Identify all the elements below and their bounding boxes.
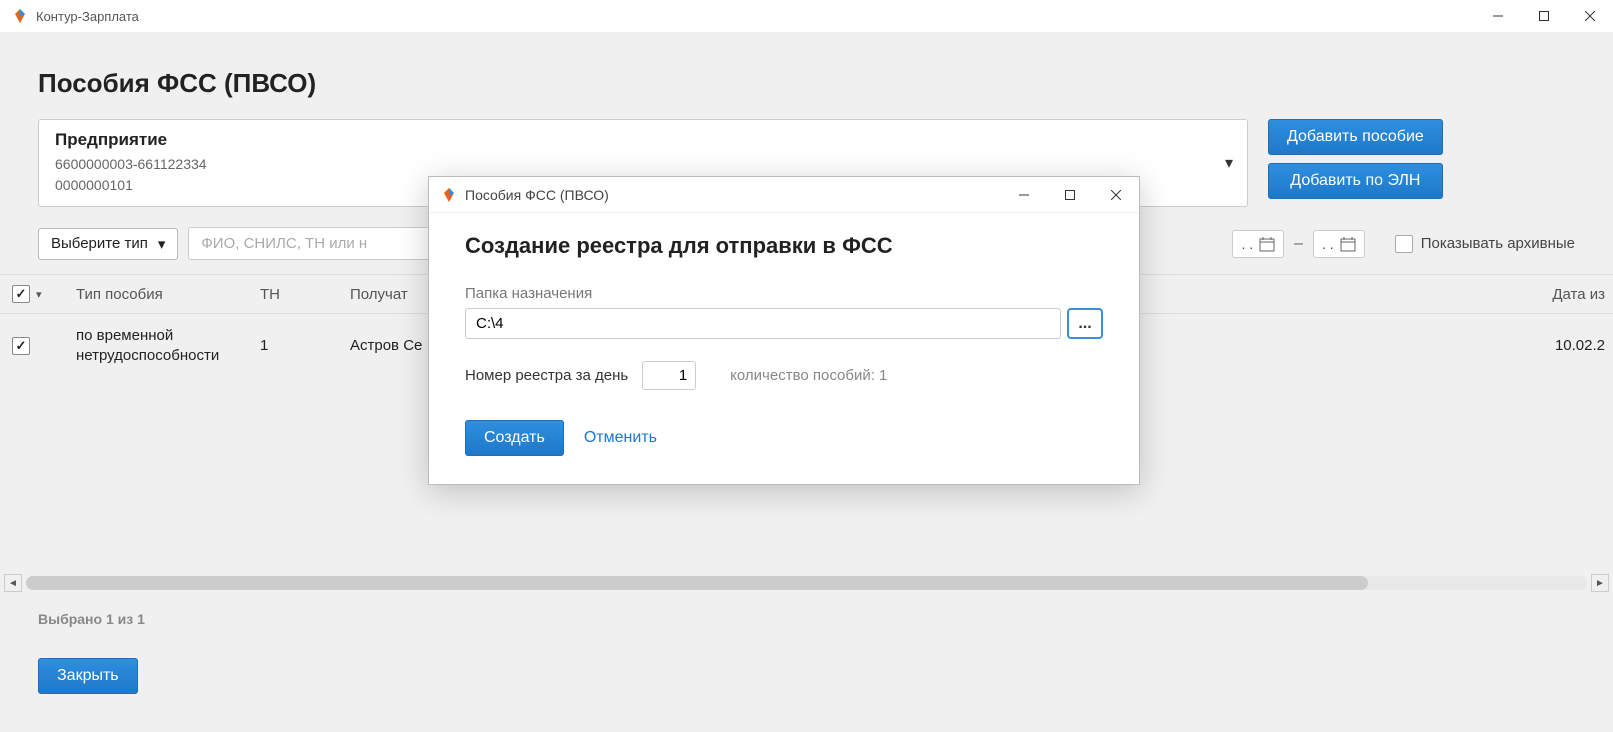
enterprise-code1: 6600000003-661122334 bbox=[55, 154, 1231, 175]
dialog-minimize-button[interactable] bbox=[1001, 179, 1047, 211]
scroll-left-button[interactable]: ◄ bbox=[4, 574, 22, 592]
checkbox-icon bbox=[12, 285, 30, 303]
dialog-body: Создание реестра для отправки в ФСС Папк… bbox=[429, 213, 1139, 484]
date-to-value: . . bbox=[1322, 236, 1334, 252]
app-titlebar: Контур-Зарплата bbox=[0, 0, 1613, 32]
row-type: по временной нетрудоспособности bbox=[60, 326, 260, 365]
dialog-titlebar: Пособия ФСС (ПВСО) bbox=[429, 177, 1139, 213]
show-archived-checkbox[interactable]: Показывать архивные bbox=[1395, 235, 1575, 253]
dialog-close-button[interactable] bbox=[1093, 179, 1139, 211]
type-filter-label: Выберите тип bbox=[51, 235, 148, 252]
add-benefit-button[interactable]: Добавить пособие bbox=[1268, 119, 1443, 155]
row-tn: 1 bbox=[260, 337, 350, 354]
titlebar-left: Контур-Зарплата bbox=[12, 8, 139, 24]
registry-number-label: Номер реестра за день bbox=[465, 367, 628, 384]
checkbox-icon bbox=[1395, 235, 1413, 253]
scroll-track[interactable] bbox=[26, 576, 1587, 590]
calendar-icon bbox=[1259, 236, 1275, 252]
maximize-button[interactable] bbox=[1521, 0, 1567, 32]
add-by-eln-button[interactable]: Добавить по ЭЛН bbox=[1268, 163, 1443, 199]
date-from-value: . . bbox=[1241, 236, 1253, 252]
date-separator: – bbox=[1294, 235, 1303, 253]
close-button[interactable] bbox=[1567, 0, 1613, 32]
benefits-count-label: количество пособий: 1 bbox=[730, 367, 887, 384]
date-to-input[interactable]: . . bbox=[1313, 230, 1365, 258]
date-from-input[interactable]: . . bbox=[1232, 230, 1284, 258]
col-date-header[interactable]: Дата из bbox=[1493, 286, 1613, 303]
scroll-right-button[interactable]: ► bbox=[1591, 574, 1609, 592]
window-controls bbox=[1475, 0, 1613, 32]
dialog-maximize-button[interactable] bbox=[1047, 179, 1093, 211]
action-buttons: Добавить пособие Добавить по ЭЛН bbox=[1268, 119, 1443, 199]
chevron-down-icon: ▾ bbox=[36, 288, 42, 301]
folder-path-input[interactable] bbox=[465, 308, 1061, 339]
app-logo-icon bbox=[441, 187, 457, 203]
dialog-heading: Создание реестра для отправки в ФСС bbox=[465, 233, 1103, 259]
page-title: Пособия ФСС (ПВСО) bbox=[0, 32, 1613, 119]
scroll-thumb[interactable] bbox=[26, 576, 1368, 590]
show-archived-label: Показывать архивные bbox=[1421, 235, 1575, 252]
create-registry-dialog: Пособия ФСС (ПВСО) Создание реестра для … bbox=[428, 176, 1140, 485]
row-date: 10.02.2 bbox=[1493, 337, 1613, 354]
enterprise-label: Предприятие bbox=[55, 130, 1231, 150]
page-close-button[interactable]: Закрыть bbox=[38, 658, 138, 694]
chevron-down-icon: ▾ bbox=[158, 235, 166, 253]
folder-label: Папка назначения bbox=[465, 285, 1103, 302]
type-filter-select[interactable]: Выберите тип ▾ bbox=[38, 228, 178, 260]
app-title: Контур-Зарплата bbox=[36, 9, 139, 24]
chevron-down-icon: ▾ bbox=[1225, 153, 1233, 173]
col-tn-header[interactable]: ТН bbox=[260, 286, 350, 303]
dialog-title: Пособия ФСС (ПВСО) bbox=[465, 187, 609, 203]
selection-count: Выбрано 1 из 1 bbox=[38, 611, 145, 627]
browse-folder-button[interactable]: ... bbox=[1067, 308, 1103, 339]
minimize-button[interactable] bbox=[1475, 0, 1521, 32]
row-checkbox[interactable] bbox=[12, 337, 30, 355]
calendar-icon bbox=[1340, 236, 1356, 252]
cancel-button[interactable]: Отменить bbox=[584, 429, 657, 447]
create-button[interactable]: Создать bbox=[465, 420, 564, 456]
select-all-checkbox[interactable]: ▾ bbox=[12, 285, 42, 303]
col-type-header[interactable]: Тип пособия bbox=[60, 286, 260, 303]
registry-number-input[interactable] bbox=[642, 361, 696, 390]
app-logo-icon bbox=[12, 8, 28, 24]
horizontal-scrollbar[interactable]: ◄ ► bbox=[4, 574, 1609, 592]
